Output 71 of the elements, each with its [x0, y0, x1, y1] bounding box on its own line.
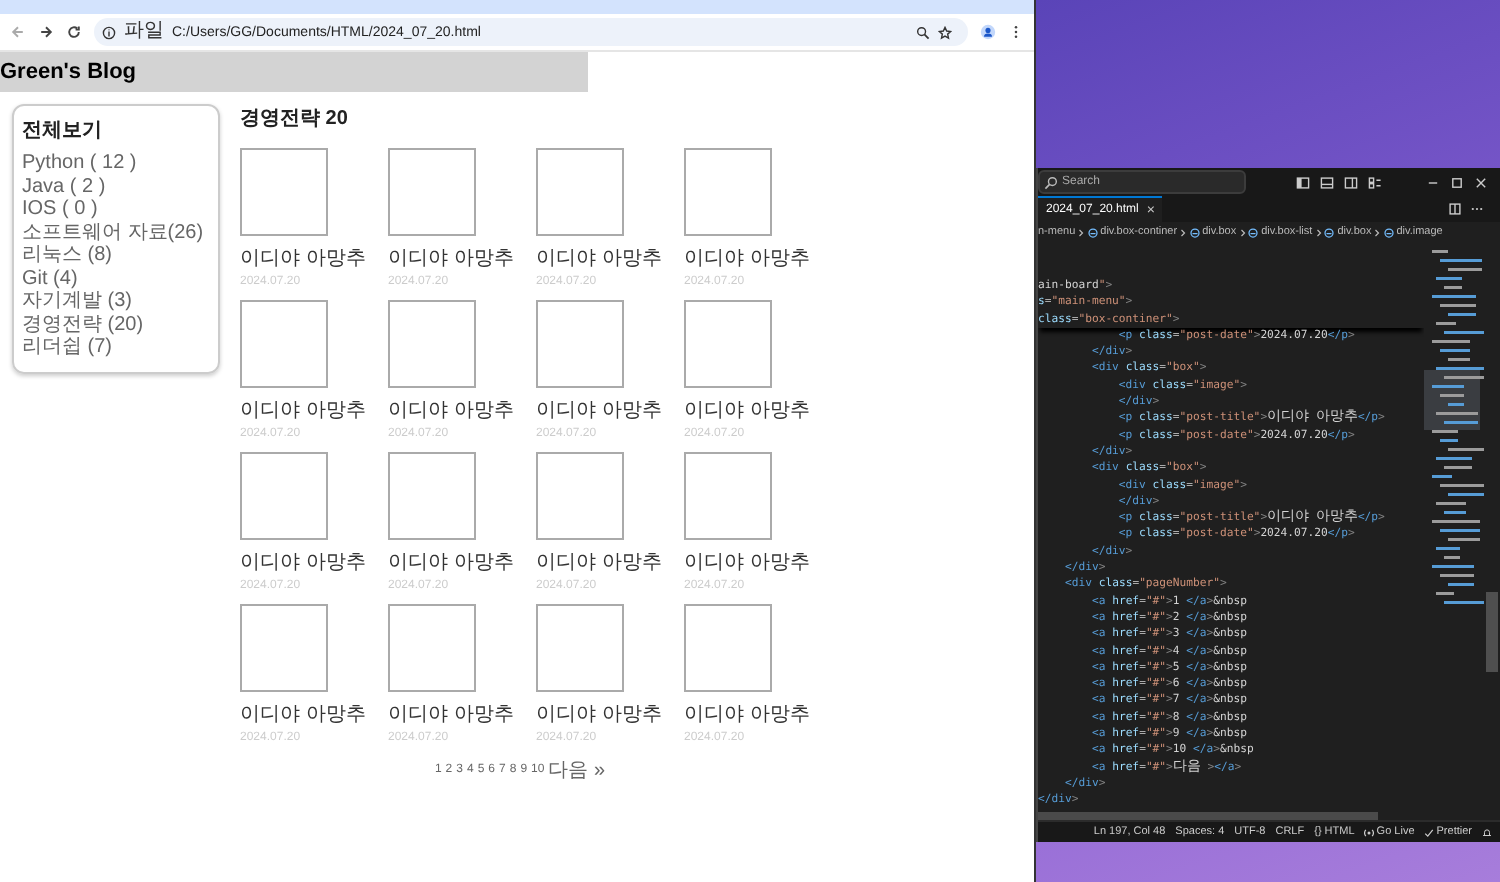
layout-icon[interactable] [1296, 175, 1310, 189]
post-thumbnail[interactable] [684, 300, 772, 388]
post-title[interactable]: 이디야 아망추 [536, 700, 662, 728]
category-link[interactable]: Python ( 12 ) [22, 152, 137, 175]
post-thumbnail[interactable] [388, 148, 476, 236]
check-icon [1424, 827, 1435, 837]
post-thumbnail[interactable] [388, 452, 476, 540]
category-link[interactable]: Java ( 2 ) [22, 175, 106, 198]
post-title[interactable]: 이디야 아망추 [684, 700, 810, 728]
post-title[interactable]: 이디야 아망추 [684, 244, 810, 272]
category-link[interactable]: 경영전략 (20) [22, 313, 144, 336]
post-thumbnail[interactable] [536, 300, 624, 388]
category-link[interactable]: Git (4) [22, 267, 78, 290]
star-icon[interactable] [938, 25, 952, 39]
bell-icon[interactable] [1482, 827, 1492, 837]
category-link[interactable]: 자기계발 (3) [22, 290, 132, 313]
forward-icon[interactable] [38, 24, 54, 40]
post-title[interactable]: 이디야 아망추 [388, 548, 514, 576]
sidebar-icon[interactable] [1344, 175, 1358, 189]
back-icon[interactable] [10, 24, 26, 40]
post-thumbnail[interactable] [388, 604, 476, 692]
post-thumbnail[interactable] [536, 452, 624, 540]
category-link[interactable]: 리더쉽 (7) [22, 336, 112, 359]
category-heading: 전체보기 [22, 118, 102, 144]
scrollbar-thumb[interactable] [1486, 592, 1498, 672]
chevron-icon [1078, 227, 1085, 237]
post-title[interactable]: 이디야 아망추 [388, 244, 514, 272]
panel-icon[interactable] [1320, 175, 1334, 189]
zoom-icon[interactable] [916, 25, 930, 39]
post-thumbnail[interactable] [240, 452, 328, 540]
profile-icon[interactable] [980, 24, 996, 40]
category-link[interactable]: 리눅스 (8) [22, 244, 112, 267]
post-thumbnail[interactable] [684, 604, 772, 692]
close-icon[interactable] [1474, 175, 1488, 189]
split-editor-icon[interactable] [1448, 202, 1462, 216]
search-icon [1044, 175, 1058, 189]
category-link[interactable]: 소프트웨어 자료(26) [22, 221, 204, 244]
post-title[interactable]: 이디야 아망추 [536, 396, 662, 424]
info-icon[interactable] [102, 25, 116, 39]
category-link[interactable]: IOS ( 0 ) [22, 198, 98, 221]
post-title[interactable]: 이디야 아망추 [536, 244, 662, 272]
chevron-icon [1374, 227, 1381, 237]
post-title[interactable]: 이디야 아망추 [240, 700, 366, 728]
post-title[interactable]: 이디야 아망추 [388, 396, 514, 424]
post-title[interactable]: 이디야 아망추 [240, 244, 366, 272]
section-title: 경영전략 20 [240, 106, 350, 132]
post-thumbnail[interactable] [536, 604, 624, 692]
post-thumbnail[interactable] [684, 148, 772, 236]
post-title[interactable]: 이디야 아망추 [388, 700, 514, 728]
chevron-icon [1180, 227, 1187, 237]
post-title[interactable]: 이디야 아망추 [684, 548, 810, 576]
chevron-icon [1239, 227, 1246, 237]
post-title[interactable]: 이디야 아망추 [240, 396, 366, 424]
post-thumbnail[interactable] [240, 604, 328, 692]
reload-icon[interactable] [66, 24, 82, 40]
post-thumbnail[interactable] [388, 300, 476, 388]
horizontal-scrollbar[interactable] [1038, 812, 1378, 820]
chevron-icon [1315, 227, 1322, 237]
post-thumbnail[interactable] [536, 148, 624, 236]
broadcast-icon [1364, 827, 1375, 837]
post-title[interactable]: 이디야 아망추 [240, 548, 366, 576]
customize-layout-icon[interactable] [1368, 175, 1382, 189]
blog-title: Green's Blog [0, 60, 137, 84]
post-thumbnail[interactable] [240, 300, 328, 388]
post-thumbnail[interactable] [240, 148, 328, 236]
maximize-icon[interactable] [1450, 175, 1464, 189]
post-title[interactable]: 이디야 아망추 [684, 396, 810, 424]
post-title[interactable]: 이디야 아망추 [536, 548, 662, 576]
file-label: 파일 [124, 22, 164, 42]
post-thumbnail[interactable] [684, 452, 772, 540]
page-link[interactable]: 다음 » [548, 756, 606, 784]
